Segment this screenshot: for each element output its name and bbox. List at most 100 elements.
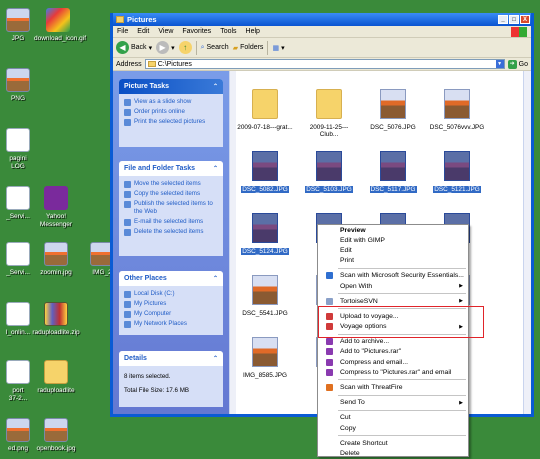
context-menu-item[interactable]: Scan with ThreatFire [318, 382, 468, 392]
menu-help[interactable]: Help [246, 28, 260, 35]
collapse-chevron-icon[interactable]: ⌃ [213, 275, 218, 282]
toolbar-separator [195, 40, 197, 55]
menu-view[interactable]: View [158, 28, 173, 35]
views-icon: ▦ [272, 44, 280, 52]
picture-task-item[interactable]: Order prints online [124, 108, 218, 116]
file-name: DSC_5541.JPG [242, 310, 288, 317]
desktop-icon[interactable]: PNG [0, 68, 42, 103]
picture-tasks-header[interactable]: Picture Tasks ⌃ [119, 79, 223, 94]
file-task-item[interactable]: E-mail the selected items [124, 218, 218, 226]
menu-tools[interactable]: Tools [220, 28, 236, 35]
desktop-icon[interactable]: pagini LOG [0, 128, 42, 171]
folder-icon [147, 61, 156, 67]
title-bar[interactable]: Pictures _ □ X [113, 13, 531, 26]
back-arrow-icon: ◀ [116, 41, 129, 54]
details-header[interactable]: Details ⌃ [119, 351, 223, 366]
context-menu-item[interactable]: Edit [318, 245, 468, 255]
other-place-item[interactable]: My Computer [124, 310, 218, 318]
context-menu-item[interactable]: Add to "Pictures.rar" [318, 347, 468, 357]
context-menu-label: Add to archive... [340, 338, 390, 346]
context-menu-item[interactable]: Delete [318, 448, 468, 458]
file-task-item[interactable]: Move the selected items [124, 180, 218, 188]
context-menu-item[interactable]: Preview [318, 225, 468, 235]
collapse-chevron-icon[interactable]: ⌃ [213, 165, 218, 172]
task-icon [124, 119, 131, 126]
menu-edit[interactable]: Edit [137, 28, 149, 35]
context-menu-item[interactable]: Copy [318, 423, 468, 433]
file-item[interactable]: IMG_8585.JPG [236, 337, 294, 379]
file-item[interactable]: DSC_5103.JPG [300, 151, 358, 193]
file-item[interactable]: 2009-11-25---Club... [300, 89, 358, 138]
file-task-item[interactable]: Delete the selected items [124, 228, 218, 236]
file-view-scrollbar[interactable] [523, 71, 531, 414]
context-menu-item[interactable]: TortoiseSVN ▶ [318, 296, 468, 306]
context-menu-item[interactable]: Add to archive... [318, 337, 468, 347]
menu-item-icon [326, 368, 333, 376]
file-item[interactable]: DSC_5082.JPG [236, 151, 294, 193]
context-menu-item[interactable]: Compress and email... [318, 357, 468, 367]
file-folder-tasks-panel: File and Folder Tasks ⌃ Move the selected… [119, 161, 223, 256]
minimize-button[interactable]: _ [498, 15, 508, 24]
views-button[interactable]: ▦ ▾ [272, 44, 284, 52]
maximize-button[interactable]: □ [509, 15, 519, 24]
desktop-icon[interactable]: zoomin.jpg [32, 242, 80, 277]
file-name: 2009-11-25---Club... [309, 124, 349, 138]
context-menu-item[interactable]: Compress to "Pictures.rar" and email [318, 367, 468, 377]
details-panel: Details ⌃ 8 items selected. Total File Si… [119, 351, 223, 407]
file-item[interactable]: DSC_5076.JPG [364, 89, 422, 131]
context-menu-label: Scan with Microsoft Security Essentials.… [340, 272, 464, 280]
file-icon [6, 8, 30, 32]
back-button[interactable]: ◀ Back ▾ [116, 41, 152, 54]
context-menu-item[interactable]: Create Shortcut [318, 438, 468, 448]
forward-button[interactable]: ▶ ▾ [156, 41, 175, 54]
image-thumbnail-icon [380, 89, 406, 119]
file-item[interactable]: DSC_5124.JPG [236, 213, 294, 255]
collapse-chevron-icon[interactable]: ⌃ [213, 83, 218, 90]
file-task-item[interactable]: Publish the selected items to the Web [124, 200, 218, 216]
file-item[interactable]: DSC_5076vvv.JPG [428, 89, 486, 131]
context-menu-item[interactable]: Print [318, 256, 468, 266]
address-dropdown-icon[interactable]: ▼ [495, 60, 504, 68]
picture-tasks-title: Picture Tasks [124, 83, 170, 90]
context-menu-item[interactable]: Cut [318, 413, 468, 423]
submenu-arrow-icon: ▶ [459, 399, 463, 406]
file-item[interactable]: DSC_5117.JPG [364, 151, 422, 193]
menu-separator [338, 409, 466, 411]
file-task-item-label: E-mail the selected items [134, 217, 204, 225]
desktop-icon[interactable]: download_icon.gif [34, 8, 86, 43]
context-menu-item[interactable]: Send To ▶ [318, 398, 468, 408]
context-menu-item[interactable]: Edit with GIMP [318, 235, 468, 245]
collapse-chevron-icon[interactable]: ⌃ [213, 355, 218, 362]
close-button[interactable]: X [520, 15, 530, 24]
task-pane-scrollbar[interactable] [229, 71, 236, 414]
file-item[interactable]: 2009-07-18---grat... [236, 89, 294, 131]
file-item[interactable]: DSC_5121.JPG [428, 151, 486, 193]
file-item[interactable]: DSC_5541.JPG [236, 275, 294, 317]
other-place-item[interactable]: Local Disk (C:) [124, 290, 218, 298]
picture-task-item-label: Order prints online [134, 108, 185, 115]
desktop-icon[interactable]: Yahoo! Messenger [32, 186, 80, 229]
desktop-icon[interactable]: raduploadlite.zip [32, 302, 80, 337]
picture-task-item[interactable]: Print the selected pictures [124, 118, 218, 126]
folders-button[interactable]: ▰ Folders [233, 44, 264, 52]
file-task-item[interactable]: Copy the selected items [124, 190, 218, 198]
image-thumbnail-icon [252, 151, 278, 181]
other-place-item[interactable]: My Network Places [124, 320, 218, 328]
context-menu-item[interactable]: Scan with Microsoft Security Essentials.… [318, 271, 468, 281]
other-place-item-label: My Network Places [134, 320, 187, 327]
menu-favorites[interactable]: Favorites [182, 28, 211, 35]
menu-item-icon [326, 272, 333, 280]
desktop-icon[interactable]: raduploadlite [32, 360, 80, 395]
go-button[interactable]: ➜ Go [507, 59, 528, 69]
desktop-icon[interactable]: openbook.jpg [32, 418, 80, 453]
up-folder-button[interactable]: ↑ [178, 41, 192, 54]
other-places-header[interactable]: Other Places ⌃ [119, 271, 223, 286]
desktop-icon-label: openbook.jpg [36, 445, 76, 452]
search-button[interactable]: ⌕ Search [201, 44, 229, 52]
address-input[interactable]: C:\Pictures ▼ [144, 59, 505, 69]
context-menu-item[interactable]: Open With ▶ [318, 281, 468, 291]
file-folder-tasks-header[interactable]: File and Folder Tasks ⌃ [119, 161, 223, 176]
picture-task-item[interactable]: View as a slide show [124, 98, 218, 106]
other-place-item[interactable]: My Pictures [124, 300, 218, 308]
menu-file[interactable]: File [117, 28, 128, 35]
